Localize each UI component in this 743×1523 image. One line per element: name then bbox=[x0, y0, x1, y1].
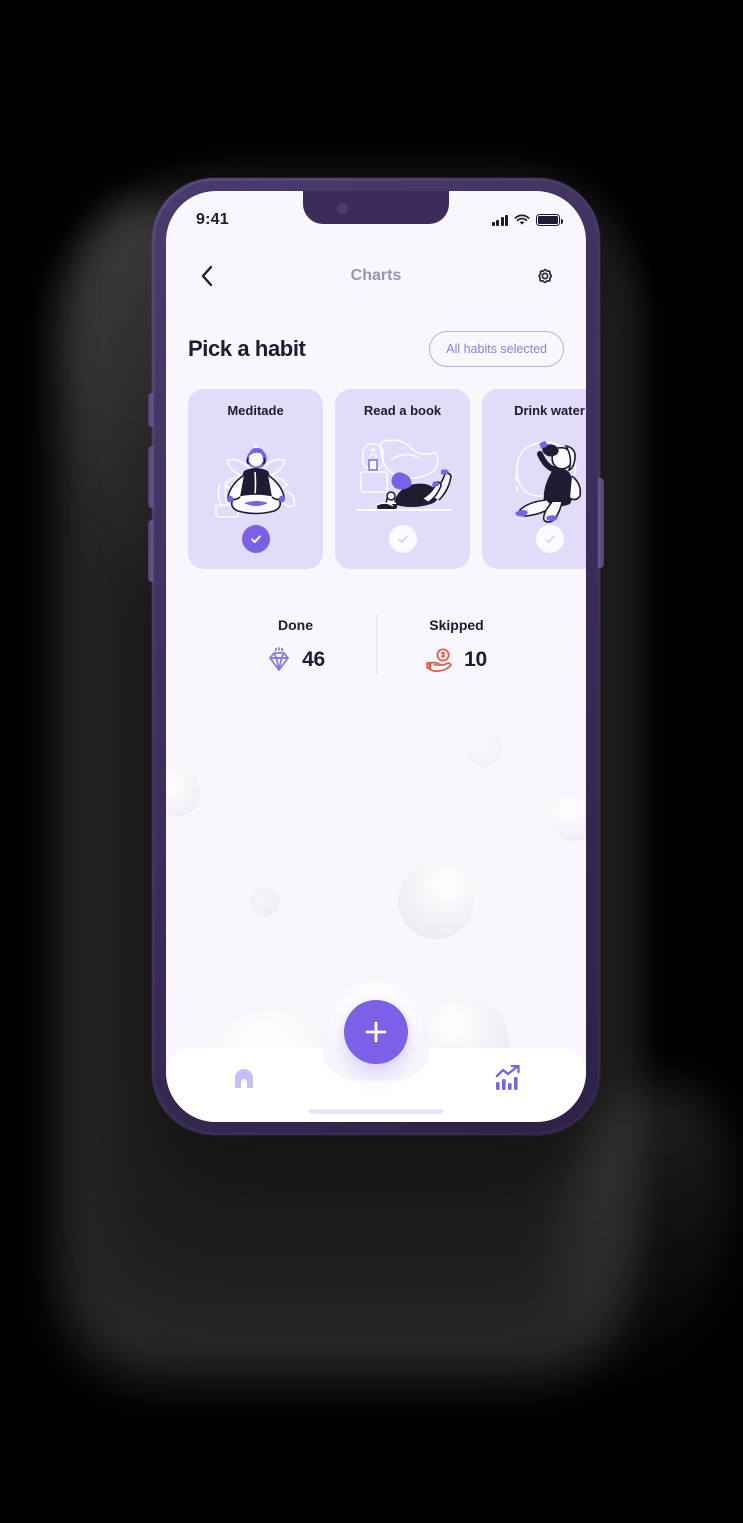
habit-card-list[interactable]: Meditade Read a book Drink water bbox=[166, 367, 586, 569]
habit-card-label: Read a book bbox=[363, 403, 442, 418]
check-icon bbox=[544, 535, 555, 543]
habit-card-label: Drink water bbox=[514, 403, 585, 418]
stats-row: Done 46 Skipped 10 bbox=[166, 615, 586, 675]
stat-label: Skipped bbox=[429, 617, 484, 633]
habit-card-checkbox[interactable] bbox=[388, 525, 417, 553]
status-time: 9:41 bbox=[196, 211, 229, 228]
phone-frame: 9:41 Charts Pick a habit All habits sele… bbox=[148, 178, 604, 1135]
mute-switch[interactable] bbox=[148, 393, 153, 427]
habit-card-meditade[interactable]: Meditade bbox=[188, 389, 323, 569]
habit-card-drink-water[interactable]: Drink water bbox=[482, 389, 586, 569]
wifi-icon bbox=[514, 214, 530, 225]
home-indicator bbox=[308, 1109, 444, 1114]
habit-card-checkbox[interactable] bbox=[535, 525, 564, 553]
tab-home[interactable] bbox=[166, 1048, 322, 1122]
check-icon bbox=[397, 535, 408, 543]
chart-trending-up-icon bbox=[495, 1065, 520, 1090]
section-header: Pick a habit All habits selected bbox=[166, 309, 586, 367]
page-title: Charts bbox=[350, 267, 402, 284]
battery-full-icon bbox=[536, 214, 563, 226]
settings-button[interactable] bbox=[528, 259, 562, 293]
drink-water-illustration bbox=[482, 429, 586, 529]
section-title: Pick a habit bbox=[188, 336, 306, 361]
phone-notch bbox=[303, 191, 449, 224]
cellular-signal-icon bbox=[491, 214, 508, 226]
chevron-left-icon bbox=[201, 265, 213, 287]
stat-label: Done bbox=[278, 617, 313, 633]
diamond-icon bbox=[269, 647, 290, 671]
tab-charts[interactable] bbox=[430, 1048, 586, 1122]
volume-down-button[interactable] bbox=[148, 520, 153, 582]
habit-card-label: Meditade bbox=[227, 403, 284, 418]
add-habit-button[interactable] bbox=[344, 1000, 408, 1064]
power-button[interactable] bbox=[598, 478, 604, 568]
volume-up-button[interactable] bbox=[148, 446, 153, 508]
habit-filter-pill[interactable]: All habits selected bbox=[429, 331, 564, 367]
habit-card-checkbox[interactable] bbox=[241, 525, 270, 553]
habit-card-read-a-book[interactable]: Read a book bbox=[335, 389, 470, 569]
stat-value: 10 bbox=[464, 648, 487, 671]
front-camera bbox=[337, 203, 348, 214]
home-icon bbox=[235, 1069, 253, 1088]
back-button[interactable] bbox=[190, 259, 224, 293]
stat-value: 46 bbox=[302, 648, 325, 671]
plus-icon bbox=[365, 1021, 387, 1043]
reading-illustration bbox=[335, 429, 470, 529]
app-header: Charts bbox=[166, 251, 586, 301]
meditation-illustration bbox=[188, 429, 323, 529]
phone-screen: 9:41 Charts Pick a habit All habits sele… bbox=[166, 191, 586, 1122]
stat-skipped: Skipped 10 bbox=[377, 617, 537, 673]
hand-coin-icon bbox=[426, 648, 453, 673]
gear-icon bbox=[538, 268, 553, 284]
check-icon bbox=[250, 535, 261, 544]
stat-done: Done 46 bbox=[216, 617, 376, 673]
